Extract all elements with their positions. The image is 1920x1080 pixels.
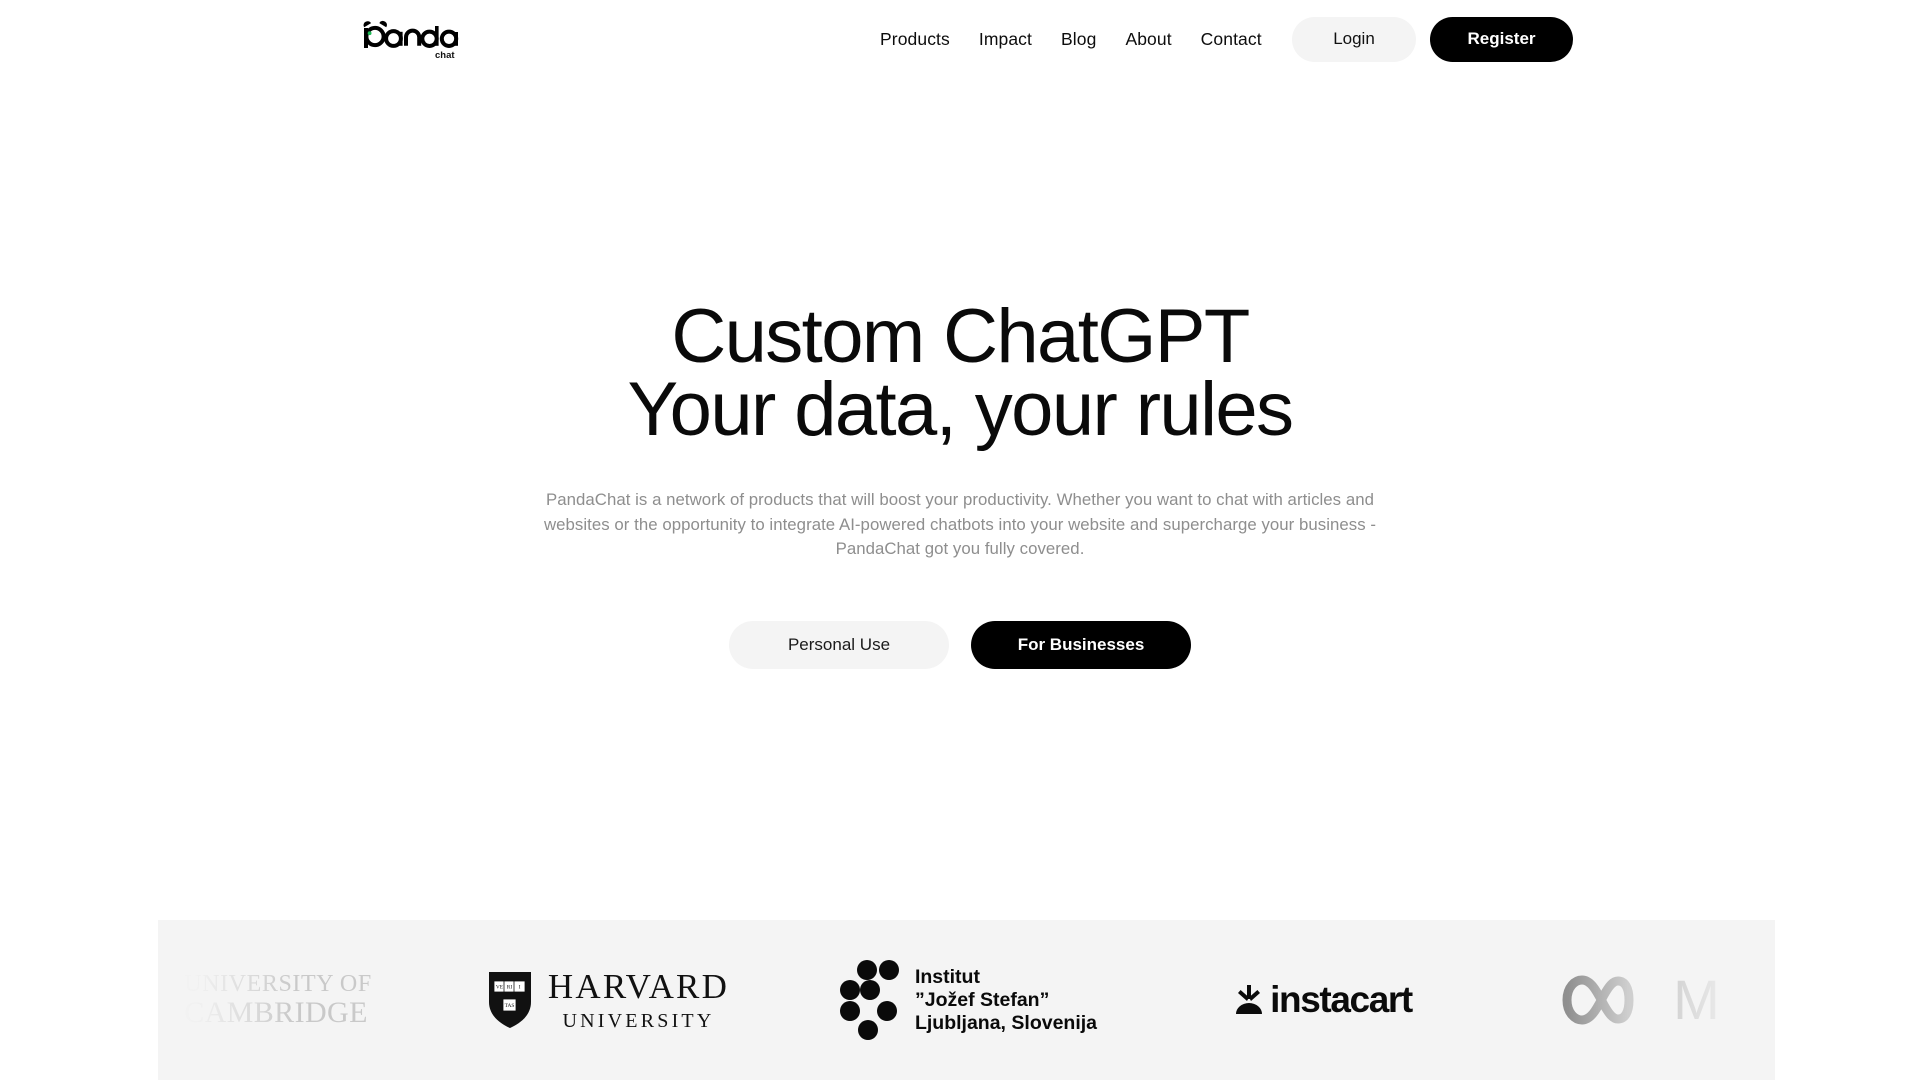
meta-wordmark: M [1673,968,1720,1031]
nav-item-about[interactable]: About [1125,29,1171,50]
ijs-logo: Institut ”Jožef Stefan” Ljubljana, Slove… [839,959,1097,1041]
logo-university-of-cambridge: UNIVERSITY OF CAMBRIDGE [158,920,438,1080]
logo-institut-jozef-stefan: Institut ”Jožef Stefan” Ljubljana, Slove… [778,920,1158,1080]
panda-logo-icon: chat [363,20,459,61]
ijs-line-2: ”Jožef Stefan” [914,988,1050,1011]
register-button[interactable]: Register [1430,16,1573,62]
logo-instacart: instacart [1158,920,1488,1080]
nav-item-products[interactable]: Products [880,29,950,50]
shield-word-ri: RI [507,985,513,991]
logo-harvard-university: VE RI I TAS HARVARD UNIVERSITY [438,920,778,1080]
meta-infinity-icon [1562,975,1634,1025]
harvard-logo: VE RI I TAS HARVARD UNIVERSITY [487,969,729,1031]
hero-cta-row: Personal Use For Businesses [0,620,1920,669]
cambridge-line-1: UNIVERSITY OF [184,971,372,997]
personal-use-button[interactable]: Personal Use [729,620,949,669]
page-title: Custom ChatGPT Your data, your rules [0,299,1920,452]
partner-logo-strip: UNIVERSITY OF CAMBRIDGE VE RI I TAS HARV… [158,920,1775,1080]
for-businesses-button[interactable]: For Businesses [971,620,1191,669]
ijs-line-1: Institut [914,965,980,988]
instacart-logo: instacart [1234,979,1413,1021]
ijs-line-3: Ljubljana, Slovenija [914,1011,1098,1034]
pandachat-logo[interactable]: chat [358,16,468,62]
cambridge-line-2: CAMBRIDGE [184,996,368,1029]
hero-subtitle: PandaChat is a network of products that … [544,490,1376,559]
meta-logo: M [1557,968,1720,1031]
shield-word-ve: VE [496,985,504,991]
logo-track: UNIVERSITY OF CAMBRIDGE VE RI I TAS HARV… [158,920,1775,1080]
site-header: chat Products Impact Blog About Contact … [0,0,1920,78]
ijs-wordmark: Institut ”Jožef Stefan” Ljubljana, Slove… [915,966,1097,1035]
instacart-carrot-icon [1236,985,1263,1014]
cambridge-wordmark: UNIVERSITY OF CAMBRIDGE [174,972,372,1028]
instacart-wordmark: instacart [1270,979,1413,1020]
harvard-shield-icon: VE RI I TAS [488,972,531,1028]
nav-item-contact[interactable]: Contact [1201,29,1262,50]
nav-item-blog[interactable]: Blog [1061,29,1096,50]
nav-item-impact[interactable]: Impact [979,29,1032,50]
ijs-dots-icon [839,960,899,1040]
svg-text:chat: chat [435,50,455,61]
auth-buttons: Login Register [1292,0,1573,78]
hero-section: Custom ChatGPT Your data, your rules Pan… [0,299,1920,669]
login-button[interactable]: Login [1292,16,1416,62]
main-nav: Products Impact Blog About Contact [880,0,1262,78]
harvard-wordmark: HARVARD UNIVERSITY [548,969,729,1031]
shield-word-tas: TAS [505,1003,515,1009]
harvard-line-1: HARVARD [547,967,730,1006]
harvard-line-2: UNIVERSITY [562,1010,715,1032]
logo-meta: M [1488,920,1775,1080]
hero-title-line-2: Your data, your rules [627,367,1295,452]
shield-word-tas-sup: I [519,985,521,991]
